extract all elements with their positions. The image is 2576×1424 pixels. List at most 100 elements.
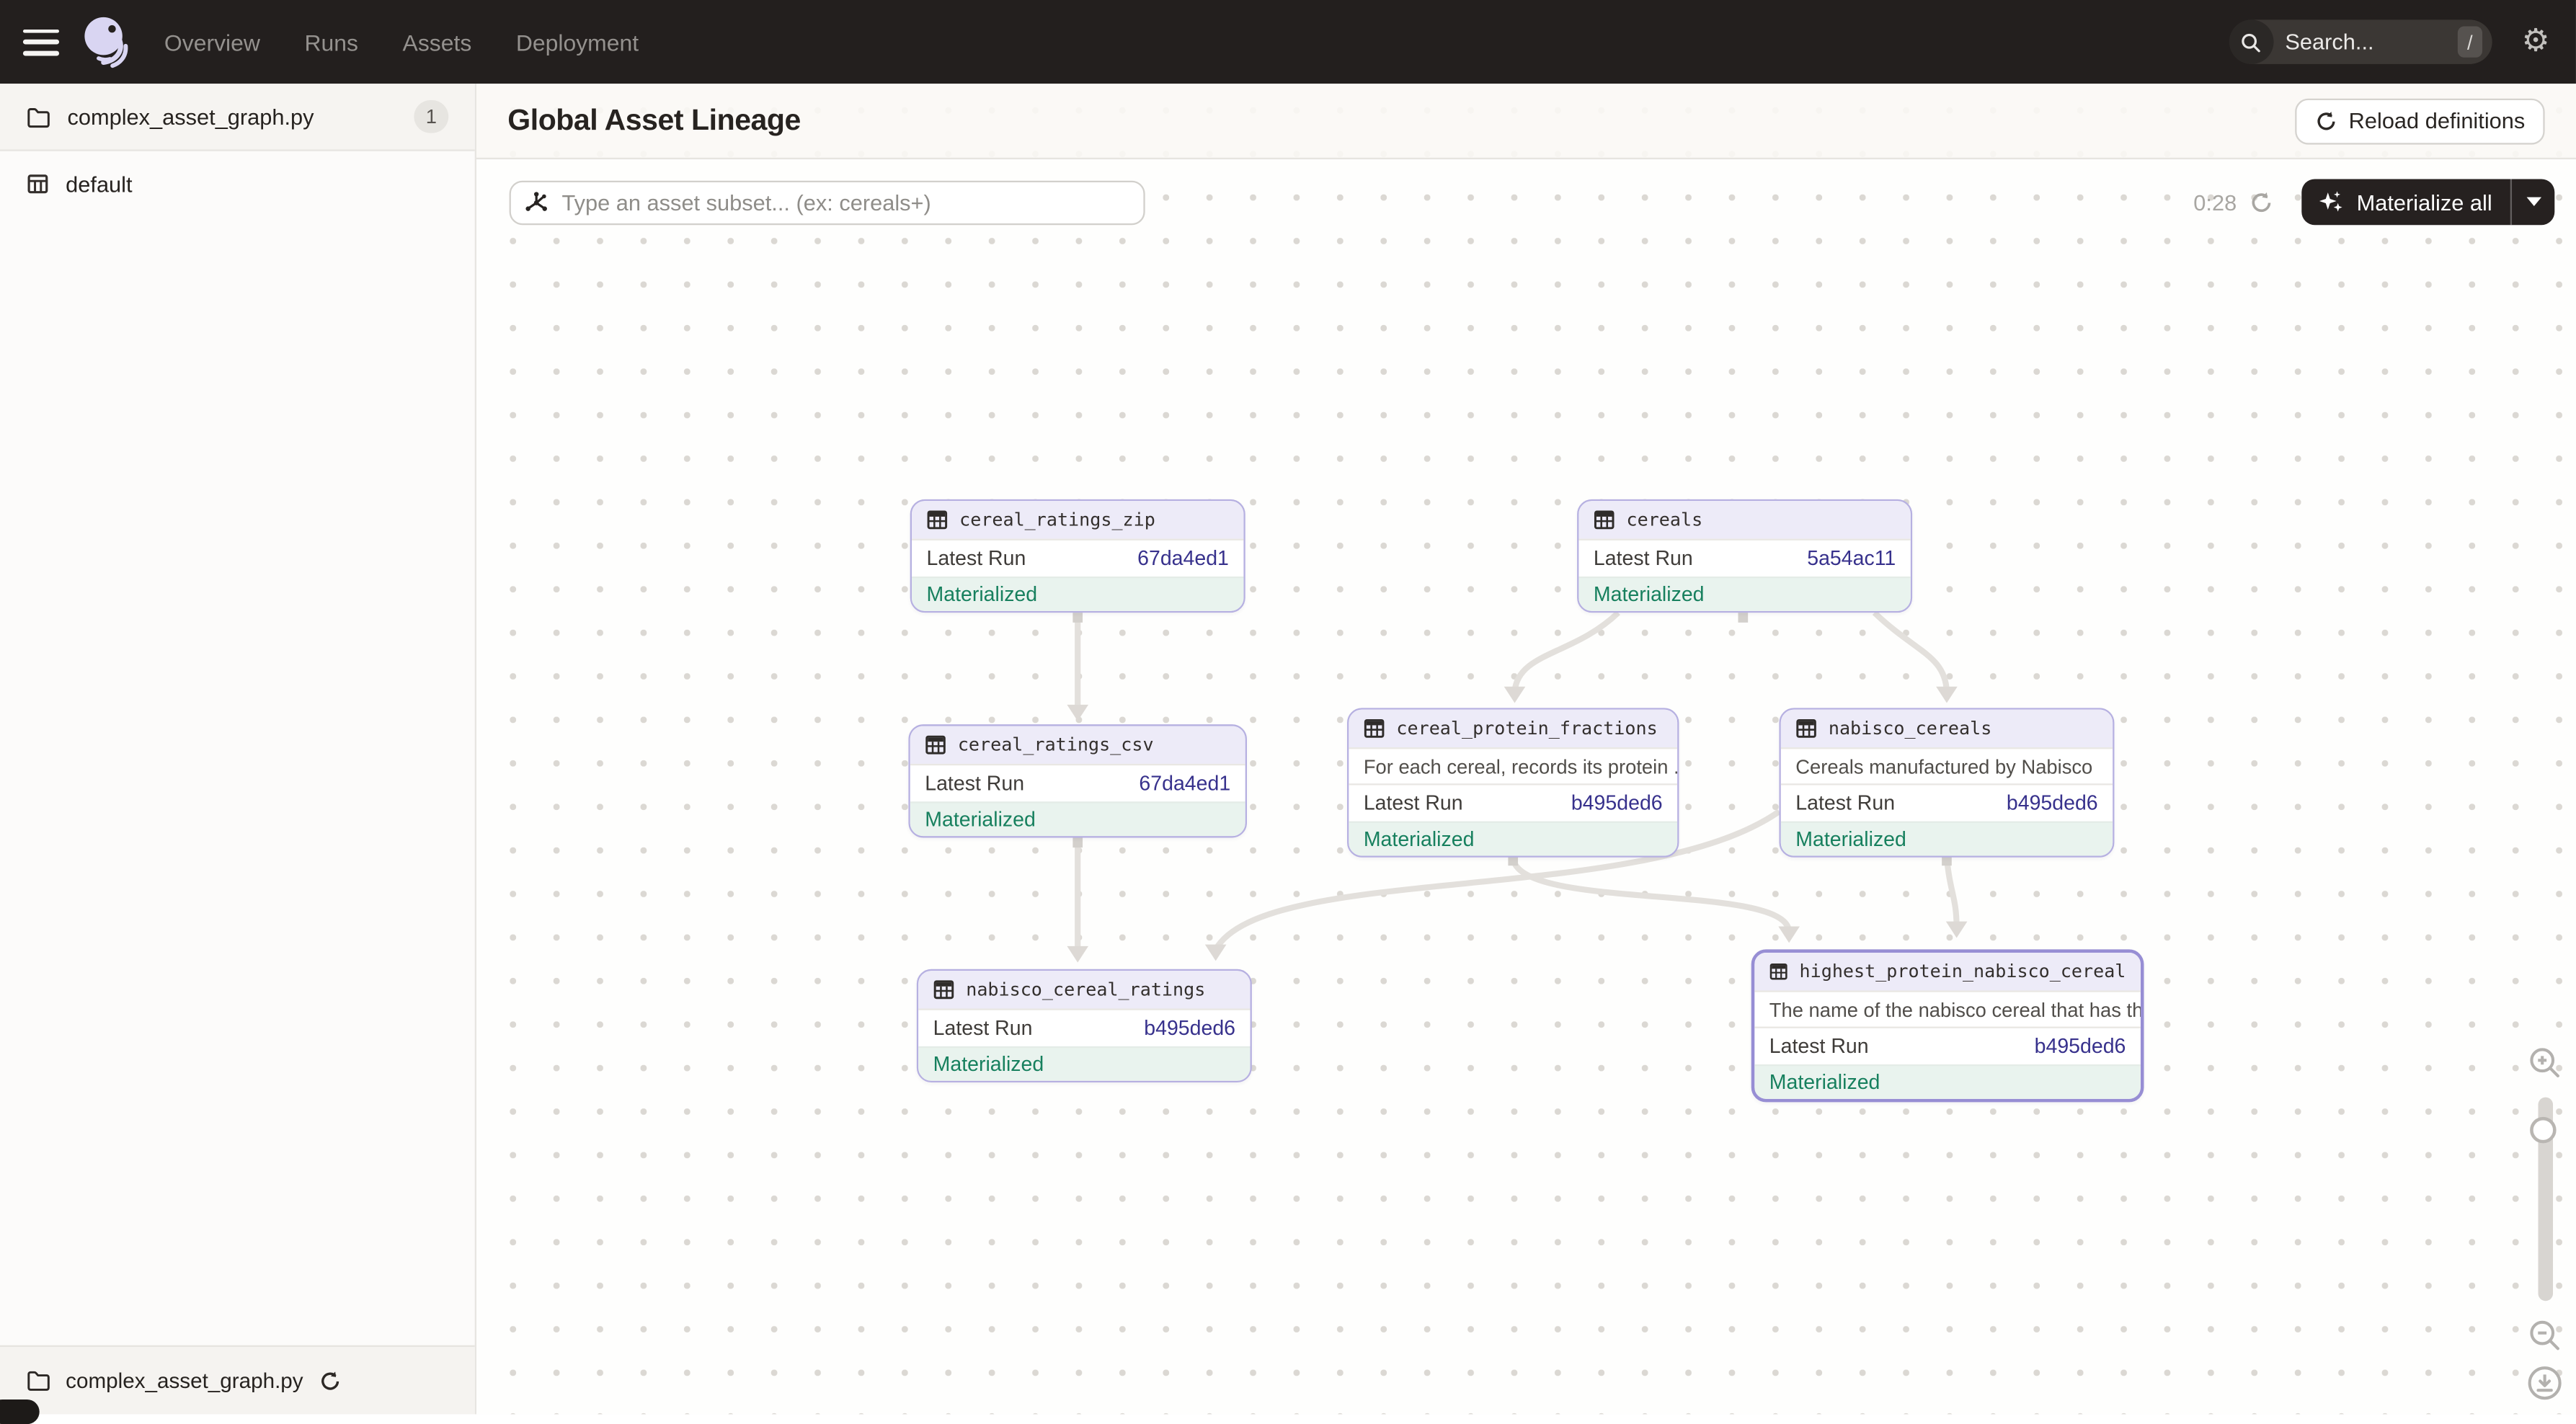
table-icon <box>925 734 946 756</box>
asset-node-cereals[interactable]: cereals Latest Run5a54ac11 Materialized <box>1577 499 1912 613</box>
latest-run-label: Latest Run <box>927 547 1026 570</box>
asset-node-highest-protein-nabisco-cereal[interactable]: highest_protein_nabisco_cereal The name … <box>1751 949 2144 1102</box>
nav-item-overview[interactable]: Overview <box>164 29 260 55</box>
node-header: cereals <box>1578 501 1910 538</box>
node-header: highest_protein_nabisco_cereal <box>1754 953 2141 990</box>
latest-run-label: Latest Run <box>933 1017 1033 1040</box>
edge-protein-to-highest <box>1513 858 1789 932</box>
zoom-controls <box>2525 1040 2564 1408</box>
nav-item-deployment[interactable]: Deployment <box>516 29 639 55</box>
asset-node-cereal-protein-fractions[interactable]: cereal_protein_fractions For each cereal… <box>1347 708 1679 857</box>
chevron-down-icon <box>2526 197 2541 207</box>
edge-cereals-to-nabisco <box>1875 613 1947 691</box>
latest-run-label: Latest Run <box>1594 547 1693 570</box>
asset-name: cereals <box>1627 509 1703 531</box>
status-materialized: Materialized <box>918 1046 1250 1081</box>
run-id-link[interactable]: b495ded6 <box>2007 792 2098 815</box>
edge-port <box>1738 613 1748 623</box>
bottom-left-corner-decoration <box>0 1399 40 1424</box>
lineage-graph-canvas[interactable]: cereal_ratings_zip Latest Run 67da4ed1 Ma… <box>476 159 2576 1414</box>
edge-cereals-to-protein <box>1515 613 1619 691</box>
latest-run-label: Latest Run <box>925 772 1024 795</box>
node-header: nabisco_cereal_ratings <box>918 971 1250 1008</box>
node-header: nabisco_cereals <box>1781 710 2113 747</box>
page-title: Global Asset Lineage <box>507 104 801 138</box>
settings-gear-icon[interactable]: ⚙ <box>2522 26 2550 57</box>
status-materialized: Materialized <box>910 801 1245 836</box>
status-materialized: Materialized <box>912 577 1243 611</box>
dagster-logo-icon[interactable] <box>79 12 138 71</box>
asset-graph-icon <box>524 190 548 223</box>
search-button[interactable]: Search... / <box>2229 19 2492 64</box>
asset-description: For each cereal, records its protein ... <box>1349 747 1677 783</box>
table-icon <box>927 509 949 531</box>
status-materialized: Materialized <box>1349 822 1677 856</box>
asset-name: highest_protein_nabisco_cereal <box>1800 961 2126 982</box>
status-materialized: Materialized <box>1754 1064 2141 1099</box>
refresh-timer: 0:28 <box>2193 190 2237 214</box>
reload-definitions-label: Reload definitions <box>2349 108 2526 133</box>
asset-group-icon <box>26 172 49 195</box>
status-materialized: Materialized <box>1781 822 2113 856</box>
reload-location-icon[interactable] <box>318 1369 341 1392</box>
run-id-link[interactable]: 67da4ed1 <box>1139 772 1230 795</box>
asset-filter-wrap <box>510 180 1145 225</box>
asset-name: cereal_ratings_zip <box>959 509 1155 531</box>
top-nav: Overview Runs Assets Deployment Search..… <box>0 0 2576 84</box>
asset-filter-input[interactable] <box>510 180 1145 225</box>
footer-location-label: complex_asset_graph.py <box>66 1369 303 1393</box>
node-header: cereal_ratings_csv <box>910 726 1245 763</box>
run-id-link[interactable]: 5a54ac11 <box>1807 547 1896 570</box>
materialize-all-main[interactable]: Materialize all <box>2302 179 2510 225</box>
nav-item-runs[interactable]: Runs <box>304 29 358 55</box>
zoom-out-button[interactable] <box>2527 1317 2563 1353</box>
table-icon <box>1594 509 1615 531</box>
nav-item-assets[interactable]: Assets <box>403 29 472 55</box>
sidebar-code-location-row[interactable]: complex_asset_graph.py 1 <box>0 84 475 151</box>
asset-node-nabisco-cereal-ratings[interactable]: nabisco_cereal_ratings Latest Run b495ded… <box>917 969 1252 1082</box>
zoom-slider[interactable] <box>2537 1098 2552 1301</box>
run-id-link[interactable]: b495ded6 <box>1571 792 1663 815</box>
latest-run-label: Latest Run <box>1364 792 1463 815</box>
zoom-slider-thumb[interactable] <box>2530 1117 2556 1143</box>
table-icon <box>1364 718 1385 739</box>
run-id-link[interactable]: b495ded6 <box>1144 1017 1235 1040</box>
sidebar-group-default[interactable]: default <box>0 151 475 217</box>
folder-icon <box>26 106 50 128</box>
node-header: cereal_ratings_zip <box>912 501 1243 538</box>
node-header: cereal_protein_fractions <box>1349 710 1677 747</box>
latest-run-label: Latest Run <box>1795 792 1895 815</box>
run-id-link[interactable]: b495ded6 <box>2035 1035 2126 1058</box>
edge-port <box>1072 613 1083 623</box>
asset-node-cereal-ratings-csv[interactable]: cereal_ratings_csv Latest Run 67da4ed1 Ma… <box>908 724 1247 837</box>
search-shortcut-badge: / <box>2458 26 2482 57</box>
asset-node-nabisco-cereals[interactable]: nabisco_cereals Cereals manufactured by … <box>1779 708 2114 857</box>
table-icon <box>933 979 955 1000</box>
page-header: Global Asset Lineage Reload definitions <box>476 84 2576 159</box>
hamburger-menu-icon[interactable] <box>23 29 59 55</box>
main-panel: Global Asset Lineage Reload definitions <box>476 84 2576 1414</box>
sparkle-icon <box>2319 189 2345 215</box>
graph-toolbar: 0:28 Materialize all <box>510 179 2555 225</box>
folder-icon <box>26 1370 50 1392</box>
reload-icon <box>2314 110 2337 133</box>
primary-nav: Overview Runs Assets Deployment <box>164 29 639 55</box>
reload-definitions-button[interactable]: Reload definitions <box>2294 98 2544 144</box>
download-image-button[interactable] <box>2525 1363 2564 1403</box>
asset-description: The name of the nabisco cereal that has … <box>1754 990 2141 1026</box>
materialize-dropdown-button[interactable] <box>2512 179 2554 225</box>
group-label: default <box>66 172 132 196</box>
materialize-all-button[interactable]: Materialize all <box>2302 179 2554 225</box>
zoom-in-button[interactable] <box>2527 1045 2563 1081</box>
refresh-icon[interactable] <box>2249 190 2274 214</box>
edge-nabisco-to-highest <box>1947 858 1957 928</box>
asset-node-cereal-ratings-zip[interactable]: cereal_ratings_zip Latest Run 67da4ed1 Ma… <box>910 499 1245 613</box>
app-window: Overview Runs Assets Deployment Search..… <box>0 0 2576 1414</box>
sidebar: complex_asset_graph.py 1 default complex… <box>0 84 476 1414</box>
asset-name: cereal_protein_fractions <box>1396 718 1657 739</box>
run-id-link[interactable]: 67da4ed1 <box>1137 547 1229 570</box>
table-icon <box>1769 961 1788 982</box>
latest-run-label: Latest Run <box>1769 1035 1869 1058</box>
asset-name: nabisco_cereals <box>1829 718 1991 739</box>
table-icon <box>1795 718 1817 739</box>
